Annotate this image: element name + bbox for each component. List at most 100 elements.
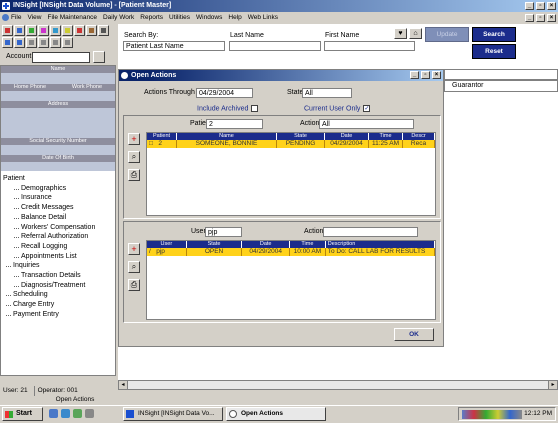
state-select[interactable]: All (302, 88, 352, 98)
menu-help[interactable]: Help (228, 12, 241, 23)
toolbar-button-11[interactable] (14, 37, 25, 48)
col-state[interactable]: State (277, 133, 325, 140)
close-button[interactable]: × (547, 2, 556, 10)
ok-button[interactable]: OK (394, 328, 434, 341)
toolbar-button-5[interactable] (50, 25, 61, 36)
quicklaunch-outlook-icon[interactable] (61, 409, 70, 418)
tree-item-charge-entry[interactable]: Charge Entry (3, 300, 95, 310)
current-user-only-checkbox[interactable]: ✓ (363, 105, 371, 112)
menu-reports[interactable]: Reports (140, 12, 163, 23)
tree-item-scheduling[interactable]: Scheduling (3, 290, 95, 300)
tree-item-credit-messages[interactable]: Credit Messages (3, 203, 95, 213)
first-name-input[interactable] (324, 41, 415, 51)
menu-windows[interactable]: Windows (196, 12, 222, 23)
toolbar-button-13[interactable] (38, 37, 49, 48)
tree-item-recall-logging[interactable]: Recall Logging (3, 242, 95, 252)
user-actions-grid[interactable]: User State Date Time Description / pjp O… (146, 240, 436, 320)
menu-file[interactable]: File (11, 12, 21, 23)
tree-item-demographics[interactable]: Demographics (3, 184, 95, 194)
tree-item-referral-authorization[interactable]: Referral Authorization (3, 232, 95, 242)
quicklaunch-media-icon[interactable] (85, 409, 94, 418)
tree-item-balance-detail[interactable]: Balance Detail (3, 213, 95, 223)
col-descr[interactable]: Descr (403, 133, 435, 140)
dialog-maximize-button[interactable]: ▫ (421, 71, 430, 79)
patient-input[interactable]: 2 (206, 119, 263, 129)
tree-item-payment-entry[interactable]: Payment Entry (3, 310, 95, 320)
col-user[interactable]: User (147, 241, 187, 248)
toolbar-button-15[interactable] (62, 37, 73, 48)
toolbar-button-2[interactable] (14, 25, 25, 36)
col-description[interactable]: Description (326, 241, 435, 248)
actions-through-input[interactable]: 04/29/2004 (196, 88, 253, 98)
user-action-select[interactable] (323, 227, 418, 237)
col-date[interactable]: Date (325, 133, 369, 140)
toolbar-button-3[interactable] (26, 25, 37, 36)
toolbar-button-4[interactable] (38, 25, 49, 36)
include-archived-checkbox[interactable] (251, 105, 259, 112)
menu-file-maintenance[interactable]: File Maintenance (47, 12, 97, 23)
update-button[interactable]: Update (425, 27, 469, 42)
patient-action-select[interactable]: All (319, 119, 414, 129)
find-user-action-icon[interactable]: ⌕ (128, 261, 140, 273)
col-user-date[interactable]: Date (242, 241, 290, 248)
add-user-action-button[interactable]: + (128, 243, 140, 255)
table-row[interactable]: / pjp OPEN 04/29/2004 10:00 AM To Do: CA… (147, 248, 435, 256)
scroll-left-icon[interactable]: ◂ (119, 381, 128, 389)
taskbar-insight-task[interactable]: INSight [INSight Data Vo... (123, 407, 223, 421)
tree-item-workers-compensation[interactable]: Workers' Compensation (3, 223, 95, 233)
menu-app-icon[interactable] (2, 14, 9, 21)
menu-view[interactable]: View (27, 12, 41, 23)
child-close-button[interactable]: × (547, 14, 556, 22)
table-row[interactable]: □ 2 SOMEONE, BONNIE PENDING 04/29/2004 1… (147, 140, 435, 148)
last-name-input[interactable] (229, 41, 321, 51)
menu-utilities[interactable]: Utilities (169, 12, 190, 23)
col-name[interactable]: Name (177, 133, 277, 140)
search-button[interactable]: Search (472, 27, 516, 42)
tree-item-inquiries[interactable]: Inquiries (3, 261, 95, 271)
tree-item-transaction-details[interactable]: Transaction Details (3, 271, 95, 281)
quicklaunch-desktop-icon[interactable] (73, 409, 82, 418)
search-by-select[interactable]: Patient Last Name (123, 41, 225, 51)
menu-web-links[interactable]: Web Links (248, 12, 278, 23)
toolbar-button-9[interactable] (98, 25, 109, 36)
include-archived-checkbox-group[interactable]: Include Archived (197, 105, 259, 112)
col-user-time[interactable]: Time (290, 241, 326, 248)
tree-item-diagnosis-treatment[interactable]: Diagnosis/Treatment (3, 281, 95, 291)
dialog-minimize-button[interactable]: _ (410, 71, 419, 79)
find-action-icon[interactable]: ⌕ (128, 151, 140, 163)
dialog-close-button[interactable]: × (432, 71, 441, 79)
toolbar-button-6[interactable] (62, 25, 73, 36)
user-input[interactable]: pjp (205, 227, 242, 237)
child-minimize-button[interactable]: _ (525, 14, 534, 22)
tree-item-appointments-list[interactable]: Appointments List (3, 252, 95, 262)
quicklaunch-ie-icon[interactable] (49, 409, 58, 418)
toolbar-button-12[interactable] (26, 37, 37, 48)
taskbar-open-actions-task[interactable]: Open Actions (226, 407, 326, 421)
add-action-button[interactable]: + (128, 133, 140, 145)
maximize-button[interactable]: ▫ (536, 2, 545, 10)
account-lookup-button[interactable] (93, 51, 105, 63)
start-button[interactable]: Start (2, 407, 43, 421)
tree-item-insurance[interactable]: Insurance (3, 193, 95, 203)
reset-button[interactable]: Reset (472, 44, 516, 59)
toolbar-button-8[interactable] (86, 25, 97, 36)
toolbar-button-10[interactable] (2, 37, 13, 48)
col-patient[interactable]: Patient (147, 133, 177, 140)
col-user-state[interactable]: State (187, 241, 243, 248)
tray-icons[interactable] (462, 410, 522, 419)
home-icon[interactable]: ⌂ (409, 28, 422, 39)
scroll-right-icon[interactable]: ▸ (548, 381, 557, 389)
col-time[interactable]: Time (369, 133, 403, 140)
print-action-icon[interactable]: ⎙ (128, 169, 140, 181)
print-user-action-icon[interactable]: ⎙ (128, 279, 140, 291)
menu-daily-work[interactable]: Daily Work (103, 12, 134, 23)
horizontal-scrollbar[interactable]: ◂ ▸ (118, 380, 558, 390)
minimize-button[interactable]: _ (525, 2, 534, 10)
patient-actions-grid[interactable]: Patient Name State Date Time Descr □ 2 S… (146, 132, 436, 216)
heart-icon[interactable]: ♥ (394, 28, 407, 39)
current-user-only-checkbox-group[interactable]: Current User Only ✓ (304, 105, 371, 112)
toolbar-button-1[interactable] (2, 25, 13, 36)
toolbar-button-7[interactable] (74, 25, 85, 36)
tree-item-patient[interactable]: Patient (3, 174, 95, 184)
child-maximize-button[interactable]: ▫ (536, 14, 545, 22)
